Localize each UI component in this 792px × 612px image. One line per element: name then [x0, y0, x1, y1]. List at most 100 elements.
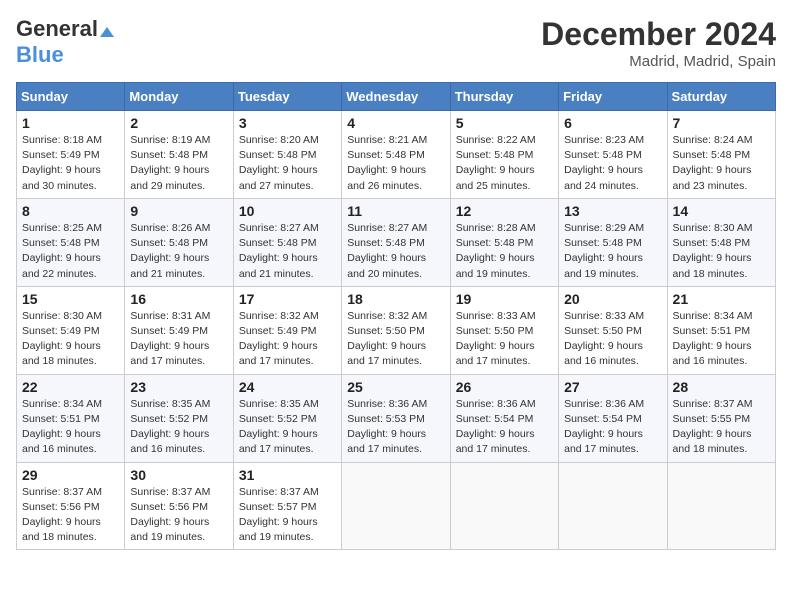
day-cell: 23 Sunrise: 8:35 AMSunset: 5:52 PMDaylig…: [125, 374, 233, 462]
week-row-1: 1 Sunrise: 8:18 AMSunset: 5:49 PMDayligh…: [17, 111, 776, 199]
day-cell: 21 Sunrise: 8:34 AMSunset: 5:51 PMDaylig…: [667, 286, 775, 374]
day-info: Sunrise: 8:34 AMSunset: 5:51 PMDaylight:…: [22, 398, 102, 456]
day-cell: 1 Sunrise: 8:18 AMSunset: 5:49 PMDayligh…: [17, 111, 125, 199]
day-info: Sunrise: 8:32 AMSunset: 5:49 PMDaylight:…: [239, 310, 319, 368]
day-cell: 8 Sunrise: 8:25 AMSunset: 5:48 PMDayligh…: [17, 198, 125, 286]
day-cell: 29 Sunrise: 8:37 AMSunset: 5:56 PMDaylig…: [17, 462, 125, 550]
day-number: 21: [673, 291, 770, 307]
day-cell: 15 Sunrise: 8:30 AMSunset: 5:49 PMDaylig…: [17, 286, 125, 374]
week-row-4: 22 Sunrise: 8:34 AMSunset: 5:51 PMDaylig…: [17, 374, 776, 462]
day-number: 22: [22, 379, 119, 395]
day-info: Sunrise: 8:26 AMSunset: 5:48 PMDaylight:…: [130, 222, 210, 280]
day-number: 13: [564, 203, 661, 219]
day-info: Sunrise: 8:30 AMSunset: 5:49 PMDaylight:…: [22, 310, 102, 368]
day-cell: 10 Sunrise: 8:27 AMSunset: 5:48 PMDaylig…: [233, 198, 341, 286]
day-cell: 16 Sunrise: 8:31 AMSunset: 5:49 PMDaylig…: [125, 286, 233, 374]
day-cell: 20 Sunrise: 8:33 AMSunset: 5:50 PMDaylig…: [559, 286, 667, 374]
day-number: 2: [130, 115, 227, 131]
day-number: 16: [130, 291, 227, 307]
location: Madrid, Madrid, Spain: [541, 53, 776, 70]
day-cell: [450, 462, 558, 550]
week-row-5: 29 Sunrise: 8:37 AMSunset: 5:56 PMDaylig…: [17, 462, 776, 550]
day-number: 24: [239, 379, 336, 395]
logo-blue: Blue: [16, 42, 64, 68]
day-number: 18: [347, 291, 444, 307]
day-info: Sunrise: 8:19 AMSunset: 5:48 PMDaylight:…: [130, 134, 210, 192]
day-info: Sunrise: 8:37 AMSunset: 5:57 PMDaylight:…: [239, 486, 319, 544]
day-info: Sunrise: 8:18 AMSunset: 5:49 PMDaylight:…: [22, 134, 102, 192]
day-cell: 18 Sunrise: 8:32 AMSunset: 5:50 PMDaylig…: [342, 286, 450, 374]
logo-general: General: [16, 16, 114, 42]
day-info: Sunrise: 8:31 AMSunset: 5:49 PMDaylight:…: [130, 310, 210, 368]
page-header: General Blue December 2024 Madrid, Madri…: [16, 16, 776, 70]
day-cell: 6 Sunrise: 8:23 AMSunset: 5:48 PMDayligh…: [559, 111, 667, 199]
day-cell: 3 Sunrise: 8:20 AMSunset: 5:48 PMDayligh…: [233, 111, 341, 199]
day-number: 29: [22, 467, 119, 483]
week-row-3: 15 Sunrise: 8:30 AMSunset: 5:49 PMDaylig…: [17, 286, 776, 374]
day-cell: 26 Sunrise: 8:36 AMSunset: 5:54 PMDaylig…: [450, 374, 558, 462]
day-info: Sunrise: 8:35 AMSunset: 5:52 PMDaylight:…: [239, 398, 319, 456]
day-cell: 24 Sunrise: 8:35 AMSunset: 5:52 PMDaylig…: [233, 374, 341, 462]
weekday-sunday: Sunday: [17, 83, 125, 111]
day-number: 31: [239, 467, 336, 483]
day-number: 25: [347, 379, 444, 395]
day-number: 28: [673, 379, 770, 395]
day-number: 3: [239, 115, 336, 131]
weekday-header-row: SundayMondayTuesdayWednesdayThursdayFrid…: [17, 83, 776, 111]
calendar-body: 1 Sunrise: 8:18 AMSunset: 5:49 PMDayligh…: [17, 111, 776, 550]
day-cell: [667, 462, 775, 550]
day-number: 14: [673, 203, 770, 219]
day-info: Sunrise: 8:36 AMSunset: 5:54 PMDaylight:…: [456, 398, 536, 456]
title-block: December 2024 Madrid, Madrid, Spain: [541, 16, 776, 70]
day-cell: 17 Sunrise: 8:32 AMSunset: 5:49 PMDaylig…: [233, 286, 341, 374]
week-row-2: 8 Sunrise: 8:25 AMSunset: 5:48 PMDayligh…: [17, 198, 776, 286]
day-cell: [559, 462, 667, 550]
day-number: 12: [456, 203, 553, 219]
day-number: 19: [456, 291, 553, 307]
day-info: Sunrise: 8:32 AMSunset: 5:50 PMDaylight:…: [347, 310, 427, 368]
day-cell: 19 Sunrise: 8:33 AMSunset: 5:50 PMDaylig…: [450, 286, 558, 374]
day-info: Sunrise: 8:22 AMSunset: 5:48 PMDaylight:…: [456, 134, 536, 192]
day-info: Sunrise: 8:24 AMSunset: 5:48 PMDaylight:…: [673, 134, 753, 192]
day-number: 9: [130, 203, 227, 219]
day-info: Sunrise: 8:28 AMSunset: 5:48 PMDaylight:…: [456, 222, 536, 280]
day-cell: 11 Sunrise: 8:27 AMSunset: 5:48 PMDaylig…: [342, 198, 450, 286]
day-number: 20: [564, 291, 661, 307]
day-info: Sunrise: 8:25 AMSunset: 5:48 PMDaylight:…: [22, 222, 102, 280]
day-cell: 12 Sunrise: 8:28 AMSunset: 5:48 PMDaylig…: [450, 198, 558, 286]
day-info: Sunrise: 8:27 AMSunset: 5:48 PMDaylight:…: [347, 222, 427, 280]
day-info: Sunrise: 8:35 AMSunset: 5:52 PMDaylight:…: [130, 398, 210, 456]
day-number: 8: [22, 203, 119, 219]
month-title: December 2024: [541, 16, 776, 53]
day-info: Sunrise: 8:33 AMSunset: 5:50 PMDaylight:…: [564, 310, 644, 368]
day-number: 30: [130, 467, 227, 483]
weekday-friday: Friday: [559, 83, 667, 111]
weekday-thursday: Thursday: [450, 83, 558, 111]
weekday-monday: Monday: [125, 83, 233, 111]
day-info: Sunrise: 8:33 AMSunset: 5:50 PMDaylight:…: [456, 310, 536, 368]
day-cell: 7 Sunrise: 8:24 AMSunset: 5:48 PMDayligh…: [667, 111, 775, 199]
day-info: Sunrise: 8:30 AMSunset: 5:48 PMDaylight:…: [673, 222, 753, 280]
day-info: Sunrise: 8:36 AMSunset: 5:53 PMDaylight:…: [347, 398, 427, 456]
day-info: Sunrise: 8:27 AMSunset: 5:48 PMDaylight:…: [239, 222, 319, 280]
day-cell: [342, 462, 450, 550]
day-number: 15: [22, 291, 119, 307]
calendar-table: SundayMondayTuesdayWednesdayThursdayFrid…: [16, 82, 776, 550]
day-number: 11: [347, 203, 444, 219]
day-number: 27: [564, 379, 661, 395]
day-cell: 31 Sunrise: 8:37 AMSunset: 5:57 PMDaylig…: [233, 462, 341, 550]
day-cell: 14 Sunrise: 8:30 AMSunset: 5:48 PMDaylig…: [667, 198, 775, 286]
day-cell: 25 Sunrise: 8:36 AMSunset: 5:53 PMDaylig…: [342, 374, 450, 462]
day-info: Sunrise: 8:34 AMSunset: 5:51 PMDaylight:…: [673, 310, 753, 368]
day-cell: 9 Sunrise: 8:26 AMSunset: 5:48 PMDayligh…: [125, 198, 233, 286]
day-number: 26: [456, 379, 553, 395]
day-cell: 4 Sunrise: 8:21 AMSunset: 5:48 PMDayligh…: [342, 111, 450, 199]
logo: General Blue: [16, 16, 114, 68]
day-info: Sunrise: 8:37 AMSunset: 5:56 PMDaylight:…: [130, 486, 210, 544]
day-cell: 13 Sunrise: 8:29 AMSunset: 5:48 PMDaylig…: [559, 198, 667, 286]
day-cell: 22 Sunrise: 8:34 AMSunset: 5:51 PMDaylig…: [17, 374, 125, 462]
day-info: Sunrise: 8:23 AMSunset: 5:48 PMDaylight:…: [564, 134, 644, 192]
day-info: Sunrise: 8:20 AMSunset: 5:48 PMDaylight:…: [239, 134, 319, 192]
day-info: Sunrise: 8:36 AMSunset: 5:54 PMDaylight:…: [564, 398, 644, 456]
day-number: 10: [239, 203, 336, 219]
